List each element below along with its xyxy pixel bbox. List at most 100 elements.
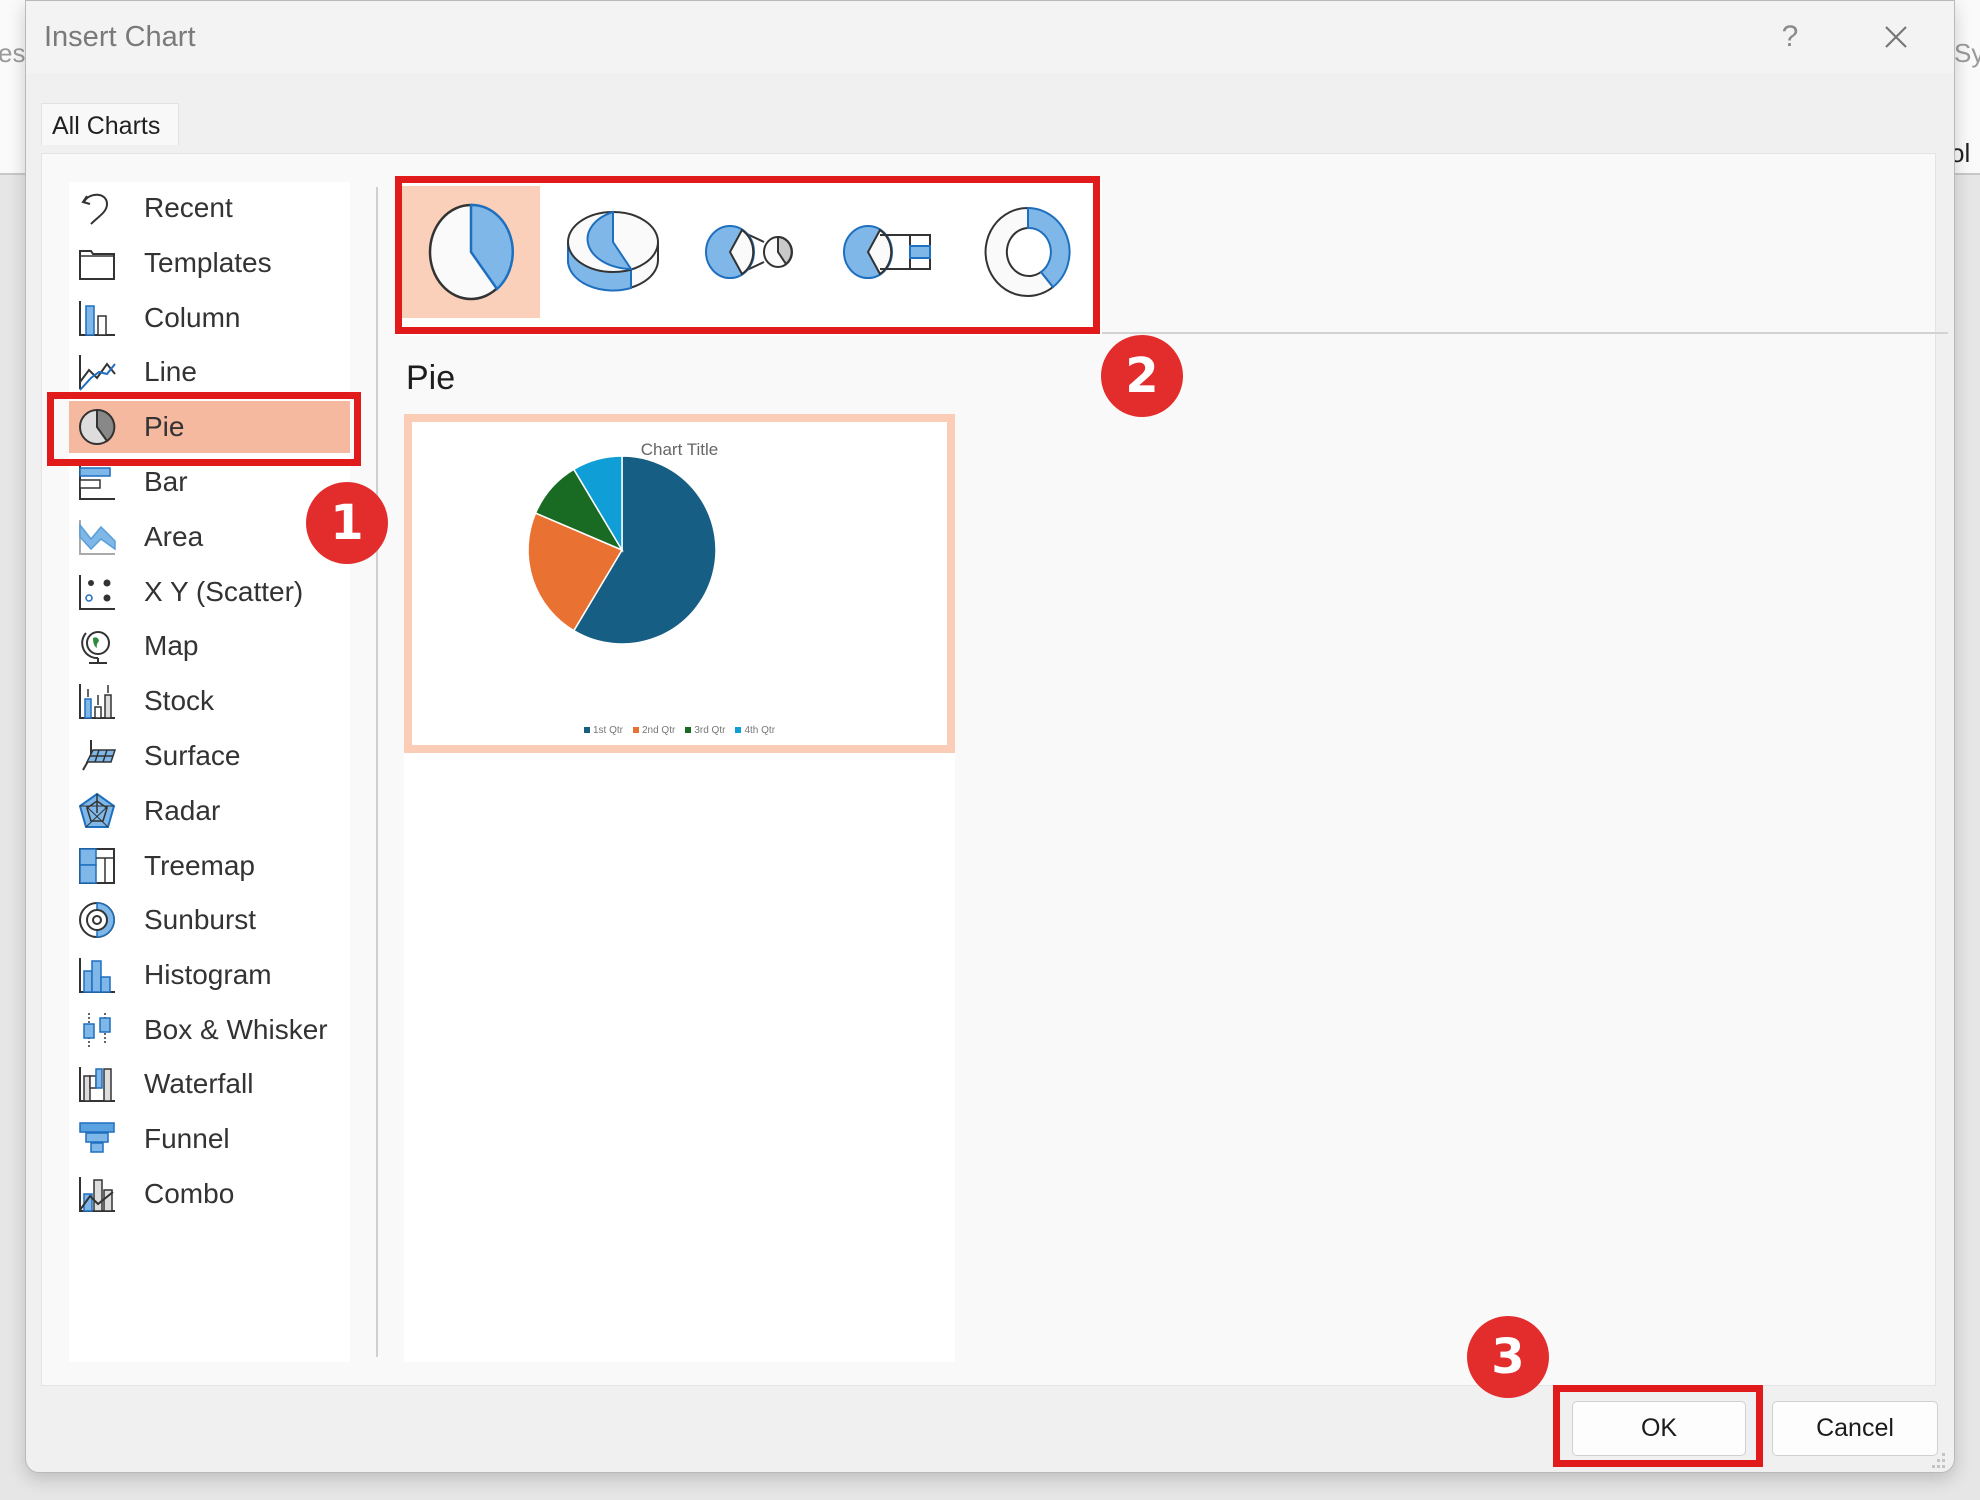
treemap-chart-icon [79, 848, 115, 884]
pie-icon [428, 203, 514, 301]
chart-type-radar[interactable]: Radar [69, 785, 350, 837]
subtype-heading: Pie [406, 359, 456, 397]
dialog-title: Insert Chart [44, 21, 196, 53]
chart-type-label: Combo [144, 1178, 235, 1209]
radar-chart-icon [78, 792, 116, 828]
combo-chart-icon [79, 1177, 115, 1212]
chart-panel: Recent Templates Column Line Pie Bar Are… [41, 153, 1948, 1386]
pie-of-pie-icon [705, 225, 793, 279]
chart-type-histogram[interactable]: Histogram [69, 949, 350, 1001]
area-chart-icon [79, 520, 116, 555]
subtype-pie-of-pie[interactable] [678, 186, 816, 318]
pie-3d-icon [566, 210, 659, 292]
chart-subtype-gallery [397, 178, 1102, 336]
legend-item: 2nd Qtr [632, 725, 676, 736]
box-whisker-chart-icon [83, 1013, 111, 1047]
chart-type-funnel[interactable]: Funnel [69, 1113, 350, 1165]
ok-button[interactable]: OK [1572, 1401, 1746, 1456]
chart-type-scatter[interactable]: X Y (Scatter) [69, 566, 350, 618]
background-text-fragment: Sy [1954, 38, 1980, 68]
subtype-pie[interactable] [402, 186, 540, 318]
funnel-chart-icon [79, 1122, 115, 1153]
legend-swatch [685, 727, 692, 734]
chart-type-pie[interactable]: Pie [69, 401, 350, 453]
chart-type-list: Recent Templates Column Line Pie Bar Are… [69, 182, 350, 1362]
histogram-chart-icon [79, 958, 115, 993]
chart-preview[interactable]: Chart Title 1st Qtr 2nd Qtr 3rd Qtr 4th Qtr [404, 414, 955, 753]
legend-label: 4th Qtr [744, 725, 776, 736]
chart-type-label: Surface [144, 740, 241, 771]
column-chart-icon [79, 301, 115, 336]
chart-type-recent[interactable]: Recent [69, 182, 350, 234]
legend-swatch [632, 727, 639, 734]
chart-legend: 1st Qtr 2nd Qtr 3rd Qtr 4th Qtr [412, 725, 947, 736]
stock-chart-icon [79, 684, 115, 719]
chart-type-templates[interactable]: Templates [69, 237, 350, 289]
subtype-bar-of-pie[interactable] [816, 186, 954, 318]
map-globe-icon [81, 631, 110, 664]
tab-all-charts[interactable]: All Charts [41, 103, 179, 145]
bar-of-pie-icon [843, 225, 931, 279]
waterfall-chart-icon [79, 1067, 115, 1102]
templates-folder-icon [79, 250, 115, 280]
legend-label: 3rd Qtr [694, 725, 726, 736]
legend-item: 4th Qtr [735, 725, 775, 736]
chart-type-label: Pie [144, 411, 185, 442]
scatter-chart-icon [79, 575, 115, 610]
legend-item: 3rd Qtr [685, 725, 725, 736]
subtype-doughnut[interactable] [954, 186, 1092, 318]
chart-type-sunburst[interactable]: Sunburst [69, 894, 350, 946]
legend-label: 1st Qtr [592, 725, 623, 736]
legend-item: 1st Qtr [583, 725, 623, 736]
chart-type-line[interactable]: Line [69, 346, 350, 398]
chart-type-label: Templates [144, 247, 272, 278]
chart-type-label: Histogram [144, 959, 272, 990]
chart-type-label: Line [144, 356, 197, 387]
panel-divider [376, 187, 378, 1357]
bar-chart-icon [79, 465, 115, 500]
chart-type-label: Area [144, 521, 204, 552]
chart-type-stock[interactable]: Stock [69, 675, 350, 727]
chart-type-label: Recent [144, 192, 233, 223]
background-text-fragment: es [0, 38, 26, 68]
line-chart-icon [79, 355, 116, 391]
gallery-divider [1102, 332, 1948, 334]
chart-type-label: X Y (Scatter) [144, 576, 304, 607]
recent-icon [81, 193, 109, 225]
chart-type-column[interactable]: Column [69, 292, 350, 344]
close-icon [1885, 26, 1907, 48]
chart-type-label: Sunburst [144, 904, 257, 935]
chart-type-label: Radar [144, 795, 221, 826]
chart-type-label: Box & Whisker [144, 1014, 328, 1045]
chart-type-map[interactable]: Map [69, 620, 350, 672]
chart-type-label: Treemap [144, 850, 256, 881]
surface-chart-icon [82, 740, 117, 771]
chart-type-box-whisker[interactable]: Box & Whisker [69, 1004, 350, 1056]
chart-type-label: Map [144, 630, 199, 661]
chart-type-label: Stock [144, 685, 215, 716]
chart-type-combo[interactable]: Combo [69, 1168, 350, 1220]
cancel-button[interactable]: Cancel [1772, 1401, 1938, 1456]
step-badge-2: 2 [1101, 335, 1183, 417]
resize-grip-icon[interactable] [1926, 1449, 1948, 1471]
chart-type-waterfall[interactable]: Waterfall [69, 1058, 350, 1110]
chart-type-label: Bar [144, 466, 188, 497]
legend-label: 2nd Qtr [641, 725, 676, 736]
pie-chart [527, 455, 717, 645]
subtype-3d-pie[interactable] [540, 186, 678, 318]
sunburst-chart-icon [79, 902, 115, 938]
dialog-titlebar[interactable]: Insert Chart ? [26, 1, 1954, 73]
legend-swatch [735, 727, 742, 734]
chart-type-label: Column [144, 302, 241, 333]
chart-type-label: Waterfall [144, 1068, 254, 1099]
doughnut-icon [984, 206, 1071, 297]
chart-type-bar[interactable]: Bar [69, 456, 350, 508]
help-button[interactable]: ? [1768, 15, 1812, 59]
chart-preview-area: Chart Title 1st Qtr 2nd Qtr 3rd Qtr 4th Qtr [404, 414, 955, 1362]
close-button[interactable] [1874, 15, 1918, 59]
chart-type-label: Funnel [144, 1123, 230, 1154]
chart-type-surface[interactable]: Surface [69, 730, 350, 782]
pie-chart-icon [79, 408, 116, 445]
step-badge-3: 3 [1467, 1316, 1549, 1398]
chart-type-treemap[interactable]: Treemap [69, 840, 350, 892]
